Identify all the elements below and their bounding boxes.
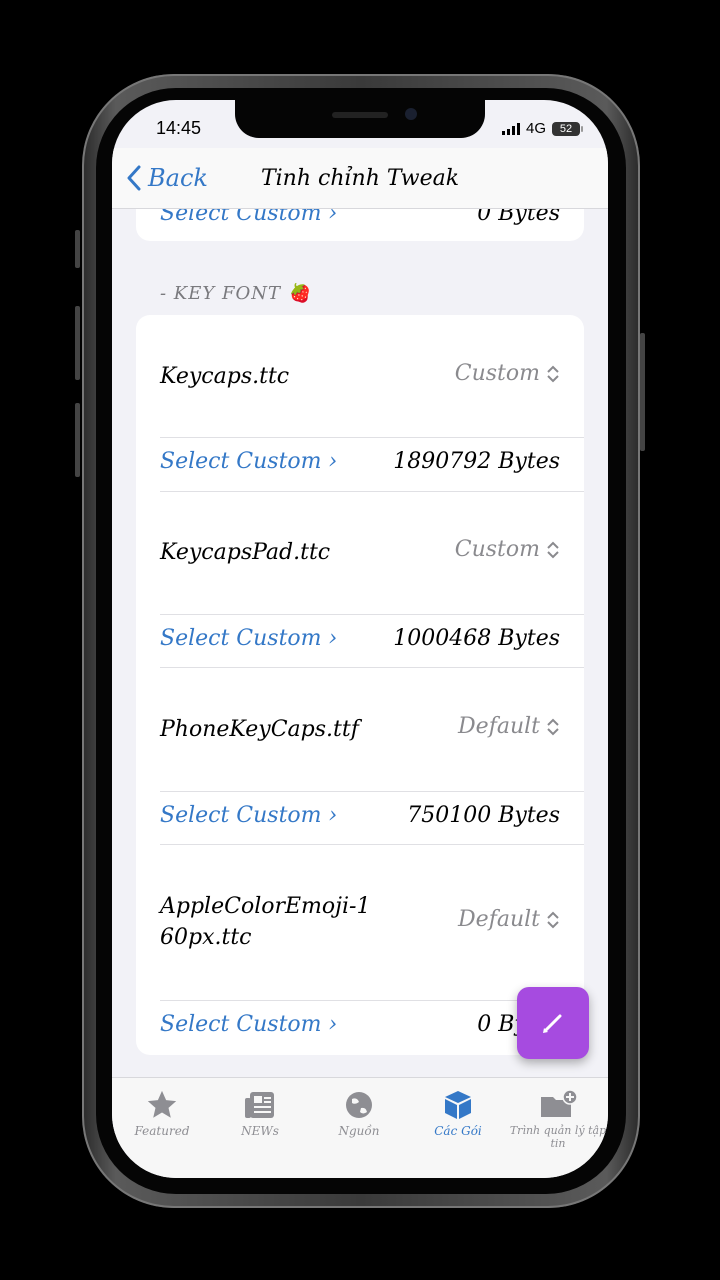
row-divider xyxy=(160,437,584,438)
globe-icon xyxy=(346,1092,372,1118)
tab-label: Nguồn xyxy=(338,1124,380,1138)
chevron-up-down-icon xyxy=(547,365,559,382)
font-file-name: PhoneKeyCaps.ttf xyxy=(160,717,359,742)
tab-label: NEWs xyxy=(241,1124,279,1138)
row-divider xyxy=(160,844,584,845)
mode-picker[interactable]: Default xyxy=(458,907,560,932)
volume-up-button xyxy=(75,306,80,380)
chevron-up-down-icon xyxy=(547,911,559,928)
signal-icon xyxy=(501,122,520,135)
status-bar-right: 4G 52 xyxy=(501,120,583,137)
row-divider xyxy=(160,491,584,492)
mode-value: Custom xyxy=(454,537,540,562)
mute-switch xyxy=(75,230,80,268)
row-divider xyxy=(160,667,584,668)
phone-screen: 14:45 4G 52 Back Tinh chỉnh Tweak Select… xyxy=(112,100,608,1178)
tab-featured[interactable]: Featured xyxy=(112,1086,212,1138)
file-size: 1890792 Bytes xyxy=(393,449,560,474)
notch xyxy=(235,100,485,138)
section-header: - KEY FONT 🍓 xyxy=(160,283,312,304)
file-size: 1000468 Bytes xyxy=(393,626,560,651)
select-custom-link[interactable]: Select Custom › xyxy=(160,1012,337,1037)
folder-add-icon xyxy=(541,1089,577,1117)
row-divider xyxy=(160,614,584,615)
status-time: 14:45 xyxy=(156,118,202,138)
mode-value: Custom xyxy=(454,361,540,386)
tab-label: Featured xyxy=(134,1124,190,1138)
font-file-name: Keycaps.ttc xyxy=(160,364,290,389)
tab-label: Trình quản lý tập tin xyxy=(509,1124,607,1150)
mode-value: Default xyxy=(458,714,540,739)
edit-fab-button[interactable] xyxy=(517,987,589,1059)
font-file-name: AppleColorEmoji-1 60px.ttc xyxy=(160,891,370,953)
settings-list: Select Custom › 0 Bytes - KEY FONT 🍓 Key… xyxy=(112,209,608,1077)
tab-news[interactable]: NEWs xyxy=(210,1086,310,1138)
row-divider xyxy=(160,791,584,792)
mode-value: Default xyxy=(458,907,540,932)
chevron-up-down-icon xyxy=(547,541,559,558)
camera xyxy=(405,108,417,120)
key-font-card: Keycaps.ttc Custom Select Custom › 18907… xyxy=(136,315,584,1055)
tab-bar: Featured NEWs Nguồn Các Gói Trình quản l… xyxy=(112,1077,608,1178)
chevron-up-down-icon xyxy=(547,718,559,735)
tab-sources[interactable]: Nguồn xyxy=(309,1086,409,1138)
font-file-name: KeycapsPad.ttc xyxy=(160,540,331,565)
select-custom-link[interactable]: Select Custom › xyxy=(160,626,337,651)
select-custom-link[interactable]: Select Custom › xyxy=(160,449,337,474)
font-file-name-line2: 60px.ttc xyxy=(160,925,252,950)
font-file-name-line1: AppleColorEmoji-1 xyxy=(160,894,371,919)
battery-icon: 52 xyxy=(552,121,583,136)
mode-picker[interactable]: Custom xyxy=(455,361,560,386)
file-size: 750100 Bytes xyxy=(407,803,560,828)
star-icon xyxy=(147,1090,177,1118)
previous-group-card: Select Custom › 0 Bytes xyxy=(136,209,584,241)
pencil-icon xyxy=(543,1014,562,1033)
select-custom-link[interactable]: Select Custom › xyxy=(160,803,337,828)
navigation-bar: Back Tinh chỉnh Tweak xyxy=(112,148,608,209)
power-button xyxy=(640,333,645,451)
battery-level: 52 xyxy=(559,122,573,135)
newspaper-icon xyxy=(245,1092,274,1118)
tab-label: Các Gói xyxy=(434,1124,482,1138)
mode-picker[interactable]: Default xyxy=(458,714,560,739)
mode-picker[interactable]: Custom xyxy=(455,537,560,562)
page-title: Tinh chỉnh Tweak xyxy=(260,166,460,191)
tab-file-manager[interactable]: Trình quản lý tập tin xyxy=(508,1086,608,1150)
file-size: 0 Bytes xyxy=(477,209,560,226)
select-custom-link[interactable]: Select Custom › xyxy=(160,209,337,226)
volume-down-button xyxy=(75,403,80,477)
network-type: 4G xyxy=(525,120,546,137)
speaker xyxy=(332,112,388,118)
package-icon xyxy=(445,1091,471,1119)
tab-packages[interactable]: Các Gói xyxy=(408,1086,508,1138)
